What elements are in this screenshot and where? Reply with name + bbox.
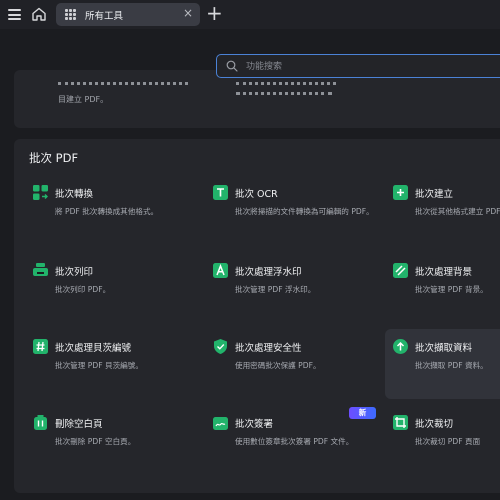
title-bar: 所有工具 × +	[0, 0, 500, 29]
search-icon	[226, 60, 238, 72]
clipped-text	[58, 80, 188, 86]
tool-batch-watermark[interactable]: 批次處理浮水印 批次管理 PDF 浮水印。	[213, 263, 383, 323]
delete-blank-icon	[33, 415, 48, 430]
tool-description: 批次管理 PDF 背景。	[415, 285, 488, 294]
tool-batch-background[interactable]: 批次處理背景 批次管理 PDF 背景。	[393, 263, 500, 323]
tool-batch-crop[interactable]: 批次裁切 批次裁切 PDF 頁面	[393, 415, 500, 475]
tool-description: 批次將掃描的文件轉換為可編輯的 PDF。	[235, 207, 374, 216]
batch-pdf-card: 批次 PDF 批次轉換 將 PDF 批次轉換成其他格式。 批次 OCR 批次將掃…	[14, 139, 500, 493]
tool-batch-sign[interactable]: 批次簽署 使用數位簽章批次簽署 PDF 文件。	[213, 415, 383, 475]
close-icon[interactable]: ×	[183, 6, 193, 20]
clipped-text	[236, 92, 332, 98]
tool-batch-bates[interactable]: 批次處理貝茨編號 批次管理 PDF 貝茨編號。	[33, 339, 203, 399]
extract-icon	[393, 339, 408, 354]
add-tab-icon[interactable]: +	[206, 2, 223, 24]
crop-icon	[393, 415, 408, 430]
tool-batch-extract[interactable]: 批次擷取資料 批次擷取 PDF 資料。	[385, 329, 500, 399]
tool-batch-security[interactable]: 批次處理安全性 使用密碼批次保護 PDF。	[213, 339, 383, 399]
tab-label: 所有工具	[85, 11, 124, 22]
clipped-text	[236, 80, 336, 86]
tool-description: 將 PDF 批次轉換成其他格式。	[55, 207, 159, 216]
tool-batch-convert[interactable]: 批次轉換 將 PDF 批次轉換成其他格式。	[33, 185, 203, 245]
tool-description: 批次從其他格式建立 PDF	[415, 207, 500, 216]
tool-delete-blank-pages[interactable]: 刪除空白頁 批次刪除 PDF 空白頁。	[33, 415, 203, 475]
sign-icon	[213, 415, 228, 430]
ocr-icon	[213, 185, 228, 200]
tool-title: 批次處理浮水印	[235, 267, 302, 278]
print-icon	[33, 263, 48, 278]
tool-title: 批次處理安全性	[235, 343, 302, 354]
tool-description: 批次管理 PDF 貝茨編號。	[55, 361, 143, 370]
previous-section-card: 目建立 PDF。	[14, 70, 500, 128]
bates-icon	[33, 339, 48, 354]
tool-title: 批次簽署	[235, 419, 274, 430]
tool-title: 批次轉換	[55, 189, 94, 200]
home-icon[interactable]	[31, 6, 47, 22]
tool-title: 批次擷取資料	[415, 343, 473, 354]
create-icon	[393, 185, 408, 200]
tool-description: 批次擷取 PDF 資料。	[415, 361, 488, 370]
background-icon	[393, 263, 408, 278]
card-description: 目建立 PDF。	[58, 95, 109, 104]
tool-title: 批次處理背景	[415, 267, 473, 278]
section-title: 批次 PDF	[29, 151, 79, 165]
tool-description: 使用密碼批次保護 PDF。	[235, 361, 321, 370]
tool-title: 批次列印	[55, 267, 94, 278]
tool-title: 批次處理貝茨編號	[55, 343, 132, 354]
tool-title: 批次建立	[415, 189, 454, 200]
convert-icon	[33, 185, 48, 200]
tool-description: 批次裁切 PDF 頁面	[415, 437, 481, 446]
tool-batch-ocr[interactable]: 批次 OCR 批次將掃描的文件轉換為可編輯的 PDF。	[213, 185, 383, 245]
search-input[interactable]	[244, 58, 488, 76]
tool-title: 批次 OCR	[235, 189, 278, 200]
tool-description: 批次列印 PDF。	[55, 285, 111, 294]
tool-description: 批次刪除 PDF 空白頁。	[55, 437, 136, 446]
grid-icon	[65, 9, 76, 20]
tool-title: 刪除空白頁	[55, 419, 103, 430]
watermark-icon	[213, 263, 228, 278]
tab-all-tools[interactable]: 所有工具 ×	[56, 3, 200, 26]
tool-title: 批次裁切	[415, 419, 454, 430]
new-badge: 新	[349, 407, 376, 419]
search-box[interactable]	[216, 54, 500, 78]
tool-batch-print[interactable]: 批次列印 批次列印 PDF。	[33, 263, 203, 323]
shield-icon	[213, 339, 228, 354]
tool-description: 使用數位簽章批次簽署 PDF 文件。	[235, 437, 354, 446]
tool-description: 批次管理 PDF 浮水印。	[235, 285, 316, 294]
menu-icon[interactable]	[8, 9, 21, 20]
tool-batch-create[interactable]: 批次建立 批次從其他格式建立 PDF	[393, 185, 500, 245]
